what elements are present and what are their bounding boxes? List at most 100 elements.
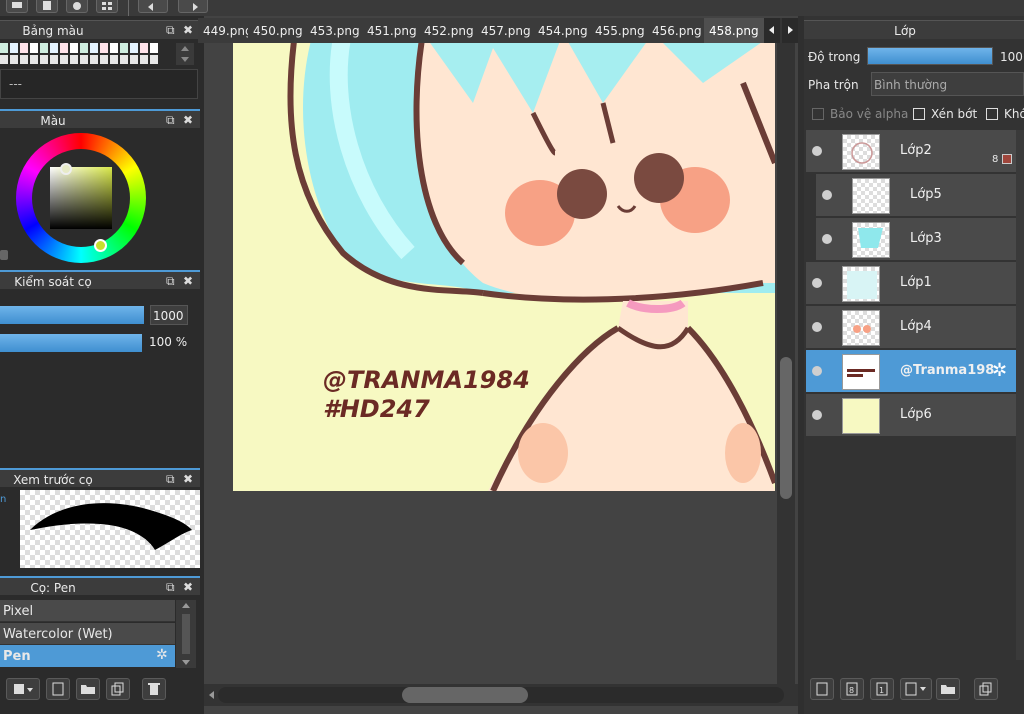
undock-icon[interactable]: ⧉	[166, 113, 175, 128]
close-icon[interactable]: ✖	[183, 23, 193, 37]
palette-scroll[interactable]	[176, 43, 194, 65]
tab-451[interactable]: 451.png	[362, 18, 423, 43]
swatch-row-1[interactable]	[0, 43, 160, 53]
tab-458[interactable]: 458.png	[704, 18, 765, 43]
layer-name: Lớp4	[900, 319, 932, 334]
layers-scrollbar[interactable]	[1016, 130, 1024, 660]
brush-preview-header: Xem trước cọ ⧉ ✖	[0, 468, 200, 487]
watermark-line-2: #HD247	[323, 395, 430, 423]
brush-opacity-slider[interactable]	[0, 334, 142, 352]
visibility-icon[interactable]	[812, 366, 822, 376]
undock-icon[interactable]: ⧉	[166, 580, 175, 595]
tab-456[interactable]: 456.png	[647, 18, 708, 43]
new-8bit-layer-icon[interactable]: 8	[840, 678, 864, 700]
layer-name: Lớp6	[900, 407, 932, 422]
brush-list-title: Cọ: Pen	[30, 581, 76, 595]
layer-row[interactable]: Lớp1	[806, 262, 1016, 305]
visibility-icon[interactable]	[822, 190, 832, 200]
layer-row[interactable]: Lớp6	[806, 394, 1016, 437]
brush-add-icon[interactable]	[6, 678, 40, 700]
brush-item[interactable]: Pixel	[0, 600, 175, 622]
horizontal-scrollbar[interactable]	[204, 684, 798, 706]
undock-icon[interactable]: ⧉	[166, 472, 175, 487]
comment-icon[interactable]	[6, 0, 28, 13]
tab-454[interactable]: 454.png	[533, 18, 594, 43]
swatch-row-2[interactable]	[0, 55, 160, 64]
brush-item-selected[interactable]: Pen ✲	[0, 645, 175, 667]
document-icon[interactable]	[36, 0, 58, 13]
visibility-icon[interactable]	[812, 146, 822, 156]
grid-icon[interactable]	[96, 0, 118, 13]
horizontal-scroll-thumb[interactable]	[402, 687, 528, 703]
redo-icon[interactable]	[178, 0, 208, 13]
brush-preview-canvas	[20, 490, 200, 568]
blend-mode-select[interactable]: Bình thường	[871, 72, 1024, 96]
clipping-label: Xén bớt	[931, 107, 978, 121]
close-icon[interactable]: ✖	[183, 274, 193, 288]
toolbar-divider	[128, 0, 129, 16]
layer-row[interactable]: Lớp2 8	[806, 130, 1016, 173]
layer-row[interactable]: Lớp3	[816, 218, 1016, 261]
lock-checkbox[interactable]	[986, 108, 998, 120]
close-icon[interactable]: ✖	[183, 472, 193, 486]
document-tabs: 449.png 450.png 453.png 451.png 452.png 457.p…	[198, 18, 798, 43]
tab-450[interactable]: 450.png	[248, 18, 309, 43]
close-icon[interactable]: ✖	[183, 113, 193, 127]
layer-name: @Tranma198	[900, 363, 995, 378]
palette-swatches[interactable]	[0, 43, 160, 65]
close-icon[interactable]: ✖	[183, 580, 193, 594]
brush-item[interactable]: Watercolor (Wet)	[0, 623, 175, 645]
visibility-icon[interactable]	[812, 322, 822, 332]
color-panel-header: Màu ⧉ ✖	[0, 109, 200, 128]
visibility-icon[interactable]	[822, 234, 832, 244]
color-swap-icon[interactable]	[0, 250, 8, 260]
new-1bit-layer-icon[interactable]: 1	[870, 678, 894, 700]
trash-icon[interactable]	[142, 678, 166, 700]
brush-stroke-preview	[30, 503, 192, 550]
undock-icon[interactable]: ⧉	[166, 23, 175, 38]
svg-text:8: 8	[849, 686, 854, 695]
sv-picker-handle[interactable]	[60, 163, 72, 175]
layer-row[interactable]: Lớp5	[816, 174, 1016, 217]
undock-icon[interactable]: ⧉	[166, 274, 175, 289]
artwork-canvas[interactable]: @TRANMA1984 #HD247	[233, 43, 775, 491]
layer-settings-icon[interactable]: ✲	[992, 360, 1007, 381]
layer-opacity-value: 100	[1000, 50, 1023, 64]
tab-457[interactable]: 457.png	[476, 18, 537, 43]
brush-list-scrollbar[interactable]	[176, 600, 196, 668]
layer-opacity-label: Độ trong	[808, 50, 861, 64]
duplicate-icon[interactable]	[106, 678, 130, 700]
folder-icon[interactable]	[76, 678, 100, 700]
tab-452[interactable]: 452.png	[419, 18, 480, 43]
vertical-scroll-thumb[interactable]	[780, 357, 792, 499]
lock-label: Khó	[1004, 107, 1024, 121]
layer-name: Lớp5	[910, 187, 942, 202]
vertical-scrollbar[interactable]	[777, 43, 795, 691]
saturation-square[interactable]	[50, 167, 112, 229]
protect-alpha-checkbox[interactable]	[812, 108, 824, 120]
tab-453[interactable]: 453.png	[305, 18, 366, 43]
brush-size-slider[interactable]	[0, 306, 144, 324]
settings-icon[interactable]	[66, 0, 88, 13]
brush-import-icon[interactable]	[46, 678, 70, 700]
add-layer-menu-icon[interactable]	[900, 678, 932, 700]
undo-icon[interactable]	[138, 0, 168, 13]
visibility-icon[interactable]	[812, 410, 822, 420]
duplicate-layer-icon[interactable]	[974, 678, 998, 700]
clipping-checkbox[interactable]	[913, 108, 925, 120]
visibility-icon[interactable]	[812, 278, 822, 288]
layer-folder-icon[interactable]	[936, 678, 960, 700]
tab-455[interactable]: 455.png	[590, 18, 651, 43]
palette-name-box[interactable]: ---	[0, 69, 198, 99]
blend-mode-label: Pha trộn	[808, 78, 859, 92]
tabs-scroll-left[interactable]	[764, 18, 780, 43]
hue-picker-handle[interactable]	[94, 239, 107, 252]
brush-settings-icon[interactable]: ✲	[156, 647, 168, 663]
brush-size-field[interactable]: 1000	[150, 305, 188, 325]
tabs-scroll-right[interactable]	[782, 18, 798, 43]
new-layer-icon[interactable]	[810, 678, 834, 700]
layer-row-selected[interactable]: @Tranma198 ✲	[806, 350, 1016, 393]
layer-opacity-slider[interactable]	[867, 47, 993, 65]
layer-row[interactable]: Lớp4	[806, 306, 1016, 349]
hue-wheel[interactable]	[16, 133, 146, 263]
